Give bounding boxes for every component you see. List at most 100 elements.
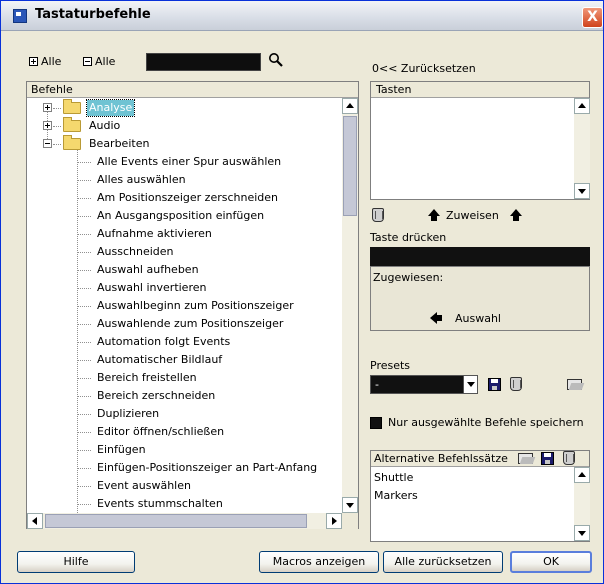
folder-icon <box>63 135 81 150</box>
command-item-label: Event auswählen <box>97 479 191 492</box>
command-item[interactable]: Automatischer Bildlauf <box>27 351 343 369</box>
command-item[interactable]: Am Positionszeiger zerschneiden <box>27 189 343 207</box>
help-button[interactable]: Hilfe <box>17 551 135 573</box>
command-item[interactable]: Auswahl invertieren <box>27 279 343 297</box>
presets-value: - <box>375 378 379 391</box>
tree-group-bearbeiten[interactable]: Bearbeiten <box>27 135 343 153</box>
alternative-sets-scrollbar[interactable] <box>574 467 590 541</box>
save-set-icon[interactable] <box>541 452 554 465</box>
command-item-label: Bereich zerschneiden <box>97 389 216 402</box>
scroll-down-button[interactable] <box>574 525 590 541</box>
assigned-box: Zugewiesen: Auswahl <box>370 266 590 331</box>
command-item[interactable]: Events stummschalten <box>27 495 343 513</box>
scroll-left-button[interactable] <box>27 513 43 529</box>
scroll-thumb[interactable] <box>45 514 307 528</box>
folder-icon <box>63 99 81 114</box>
commands-tree: Analyse Audio Bearbeiten Alle Events ein… <box>27 98 343 513</box>
command-item[interactable]: Einfügen <box>27 441 343 459</box>
trash-icon[interactable] <box>372 208 384 222</box>
command-item-label: Events stummschalten <box>97 497 223 510</box>
ok-button[interactable]: OK <box>510 551 592 573</box>
scroll-right-button[interactable] <box>326 513 342 529</box>
scroll-down-button[interactable] <box>342 497 358 513</box>
tree-group-label: Bearbeiten <box>89 137 150 150</box>
command-item-label: Einfügen-Positionszeiger an Part-Anfang <box>97 461 318 474</box>
arrow-left-icon <box>430 312 442 324</box>
tree-group-analyse[interactable]: Analyse <box>27 99 343 117</box>
scroll-up-button[interactable] <box>574 98 590 114</box>
reset-button[interactable]: 0<< Zurücksetzen <box>372 62 476 75</box>
open-set-icon[interactable] <box>518 453 533 464</box>
keys-panel: Tasten <box>370 81 590 200</box>
command-item[interactable]: Auswahlende zum Positionszeiger <box>27 315 343 333</box>
open-preset-icon[interactable] <box>567 379 582 390</box>
reset-all-button[interactable]: Alle zurücksetzen <box>383 551 503 573</box>
save-selected-only-label: Nur ausgewählte Befehle speichern <box>388 416 584 429</box>
tree-group-label: Analyse <box>85 99 136 117</box>
command-item[interactable]: Einfügen-Positionszeiger an Part-Anfang <box>27 459 343 477</box>
command-item-label: Auswahlende zum Positionszeiger <box>97 317 284 330</box>
command-item[interactable]: Auswahl aufheben <box>27 261 343 279</box>
commands-horizontal-scrollbar[interactable] <box>27 513 342 529</box>
close-button[interactable]: X <box>582 7 603 28</box>
expand-all-button[interactable]: Alle <box>29 55 61 68</box>
command-item[interactable]: Alle Events einer Spur auswählen <box>27 153 343 171</box>
expand-icon[interactable] <box>43 103 52 112</box>
assign-row: Zuweisen <box>370 207 590 225</box>
presets-label: Presets <box>370 359 411 372</box>
alternative-set-item[interactable]: Markers <box>374 489 418 502</box>
alternative-sets-panel: Alternative Befehlssätze Shuttle Markers <box>370 450 590 542</box>
command-item-label: Am Positionszeiger zerschneiden <box>97 191 278 204</box>
commands-vertical-scrollbar[interactable] <box>342 98 358 513</box>
arrow-up-icon <box>510 209 522 221</box>
scroll-up-button[interactable] <box>574 467 590 483</box>
alternative-sets-title: Alternative Befehlssätze <box>374 452 508 465</box>
press-key-input[interactable] <box>370 247 590 266</box>
expand-icon[interactable] <box>43 121 52 130</box>
folder-icon <box>63 117 81 132</box>
keyboard-commands-dialog: Tastaturbefehle X Alle Alle Befehle Anal… <box>0 0 604 584</box>
show-macros-button[interactable]: Macros anzeigen <box>259 551 379 573</box>
assign-button[interactable]: Zuweisen <box>446 209 499 222</box>
tree-group-audio[interactable]: Audio <box>27 117 343 135</box>
scroll-up-button[interactable] <box>342 98 358 114</box>
command-item[interactable]: Editor öffnen/schließen <box>27 423 343 441</box>
app-icon <box>13 9 27 23</box>
command-item-label: Auswahl invertieren <box>97 281 207 294</box>
command-item[interactable]: Automation folgt Events <box>27 333 343 351</box>
selection-button[interactable]: Auswahl <box>455 312 501 325</box>
expand-all-label: Alle <box>41 55 62 68</box>
assigned-label: Zugewiesen: <box>373 271 444 284</box>
keys-scrollbar[interactable] <box>574 98 590 199</box>
collapse-all-button[interactable]: Alle <box>83 55 115 68</box>
alternative-set-item[interactable]: Shuttle <box>374 471 413 484</box>
save-selected-only-checkbox[interactable] <box>370 417 382 429</box>
search-input[interactable] <box>146 53 261 71</box>
command-item-label: Alles auswählen <box>97 173 186 186</box>
dropdown-arrow-icon[interactable] <box>463 376 477 393</box>
command-item[interactable]: Bereich zerschneiden <box>27 387 343 405</box>
command-item[interactable]: Ausschneiden <box>27 243 343 261</box>
delete-preset-icon[interactable] <box>510 377 522 391</box>
save-preset-icon[interactable] <box>488 378 501 391</box>
command-item-label: Ausschneiden <box>97 245 174 258</box>
arrow-up-icon <box>428 209 440 221</box>
command-item[interactable]: Event auswählen <box>27 477 343 495</box>
command-item[interactable]: An Ausgangsposition einfügen <box>27 207 343 225</box>
delete-set-icon[interactable] <box>563 451 575 465</box>
command-item-label: Duplizieren <box>97 407 160 420</box>
command-item[interactable]: Aufnahme aktivieren <box>27 225 343 243</box>
scroll-down-button[interactable] <box>574 183 590 199</box>
command-item[interactable]: Alles auswählen <box>27 171 343 189</box>
search-icon[interactable] <box>268 52 284 68</box>
command-item-label: Einfügen <box>97 443 146 456</box>
minus-box-icon <box>83 57 92 66</box>
plus-box-icon <box>29 57 38 66</box>
collapse-icon[interactable] <box>43 139 52 148</box>
scroll-thumb[interactable] <box>343 116 357 216</box>
command-item[interactable]: Duplizieren <box>27 405 343 423</box>
presets-select[interactable]: - <box>370 375 478 394</box>
keys-header: Tasten <box>371 82 589 98</box>
command-item[interactable]: Auswahlbeginn zum Positionszeiger <box>27 297 343 315</box>
command-item[interactable]: Bereich freistellen <box>27 369 343 387</box>
